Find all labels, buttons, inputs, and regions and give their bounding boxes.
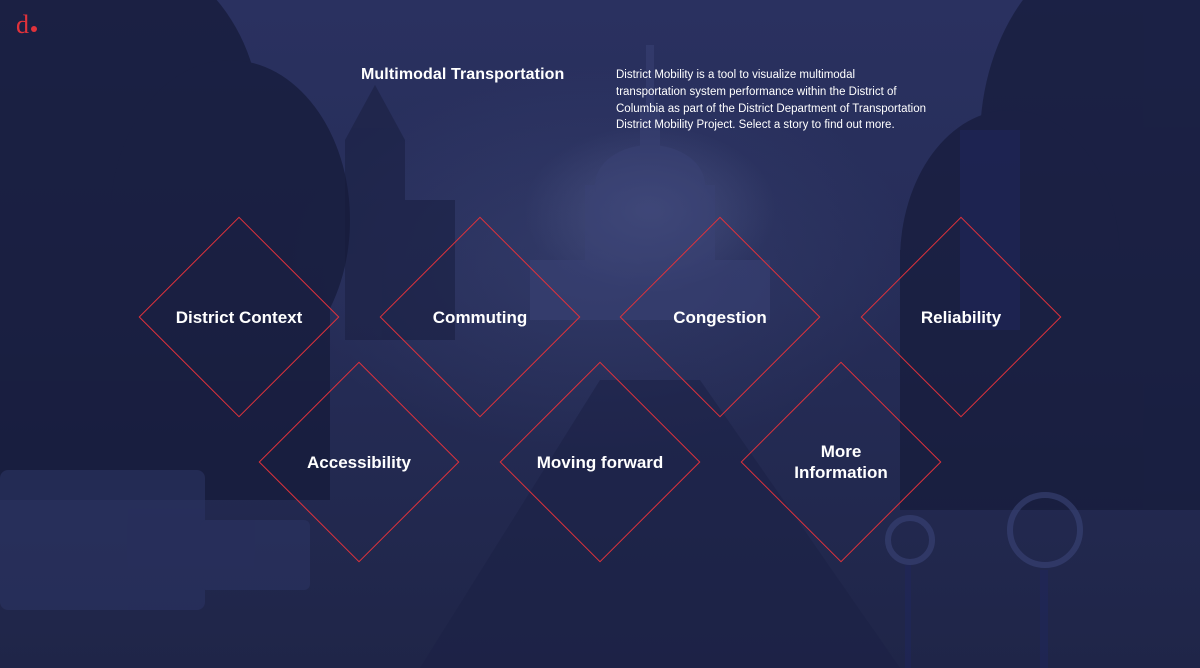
district-mobility-logo[interactable]: d [16,10,37,40]
page-title: Multimodal Transportation [361,66,565,83]
story-moving-forward[interactable]: Moving forward [499,361,701,563]
intro-description: District Mobility is a tool to visualize… [616,69,927,132]
story-accessibility[interactable]: Accessibility [258,361,460,563]
logo-dot-icon [31,26,37,32]
story-label: Moving forward [536,452,664,472]
story-more-information[interactable]: More Information [740,361,942,563]
story-label: More Information [794,442,888,482]
story-label: Accessibility [307,452,411,472]
logo-letter: d [16,10,29,39]
